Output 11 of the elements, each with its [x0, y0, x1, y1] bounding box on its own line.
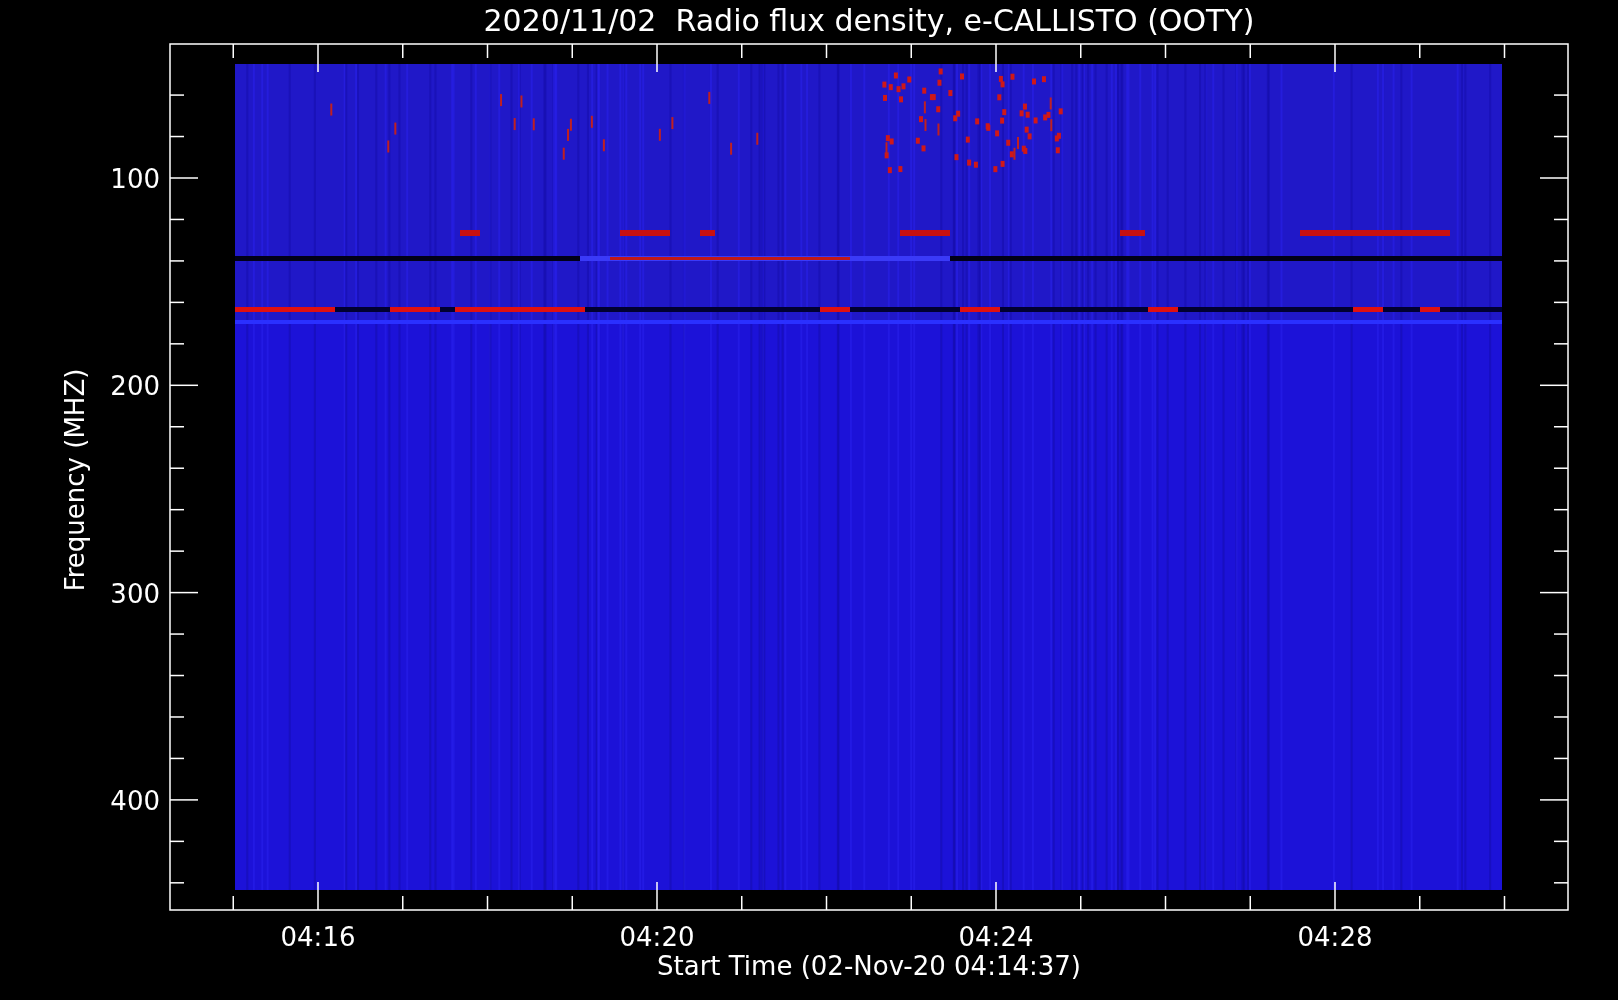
x-axis-title: Start Time (02-Nov-20 04:14:37): [657, 951, 1081, 981]
x-tick-label: 04:16: [280, 922, 356, 952]
x-tick-label: 04:28: [1297, 922, 1373, 952]
x-tick-label: 04:24: [958, 922, 1034, 952]
y-tick-label: 400: [110, 785, 160, 816]
y-tick-label: 200: [110, 371, 160, 402]
y-tick-label: 300: [110, 578, 160, 609]
chart-title: 2020/11/02 Radio flux density, e-CALLISTO (OOTY): [483, 3, 1255, 38]
x-tick-label: 04:20: [619, 922, 695, 952]
y-tick-label: 100: [110, 164, 160, 194]
y-axis-title: Frequency (MHZ): [60, 368, 90, 592]
